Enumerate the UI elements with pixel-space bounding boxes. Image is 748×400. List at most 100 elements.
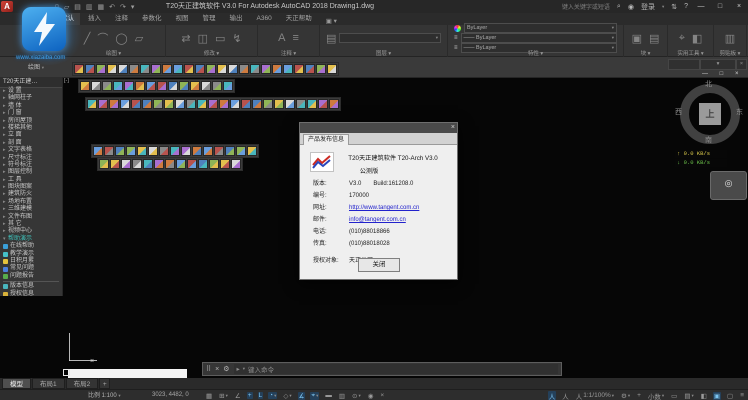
tool-icon-绘图[interactable]: ▱ [135, 32, 143, 45]
tz-tool-icon[interactable] [151, 64, 161, 74]
ribbon-tab-注释[interactable]: 注释 [109, 13, 134, 25]
scale-caret-icon[interactable]: ▾ [118, 393, 120, 398]
tz-tool-icon[interactable] [74, 64, 84, 74]
help-icon[interactable]: ? [684, 3, 688, 10]
tz-tool-icon[interactable] [263, 99, 273, 109]
tz-tool-icon[interactable] [209, 159, 219, 169]
dock-menu-label[interactable]: 绘图 ▾ [28, 62, 44, 71]
status-isodraft-icon[interactable]: ◇▾ [282, 392, 292, 400]
dialog-close-button[interactable]: 关闭 [358, 258, 400, 272]
layout-tab-模型[interactable]: 模型 [2, 378, 31, 389]
sidebar-item-常见问题[interactable]: 常见问题 [0, 265, 62, 272]
tool-icon-剪贴板[interactable]: ▥ [725, 32, 735, 45]
tool-icon-绘图[interactable]: ╱ [84, 32, 91, 45]
tz-tool-icon[interactable] [96, 64, 106, 74]
save-as-icon[interactable]: ▥ [86, 3, 93, 11]
close-button[interactable]: × [733, 3, 745, 10]
tz-tool-icon[interactable] [212, 81, 222, 91]
tz-tool-icon[interactable] [231, 159, 241, 169]
tz-tool-icon[interactable] [250, 64, 260, 74]
tz-tool-icon[interactable] [175, 99, 185, 109]
sidebar-item-建筑防火[interactable]: ▸建筑防火 [0, 191, 62, 198]
status-selection-cycling-icon[interactable]: ⊙▾ [351, 392, 362, 400]
status-lineweight-icon[interactable]: ▬ [324, 392, 333, 399]
ribbon-tab-管理[interactable]: 管理 [197, 13, 222, 25]
layout-tab-布局2[interactable]: 布局2 [66, 378, 99, 389]
minimize-button[interactable]: — [695, 3, 707, 10]
tool-icon-修改[interactable]: ↯ [232, 32, 241, 45]
layer-properties-icon[interactable]: ▤ [326, 32, 336, 45]
tz-tool-icon[interactable] [203, 146, 213, 156]
dialog-row-link[interactable]: http://www.tangent.com.cn [349, 202, 419, 214]
tz-tool-icon[interactable] [120, 99, 130, 109]
restore-button[interactable]: □ [714, 3, 726, 10]
tz-tool-icon[interactable] [102, 81, 112, 91]
tz-tool-icon[interactable] [121, 159, 131, 169]
tz-tool-icon[interactable] [140, 64, 150, 74]
tz-tool-icon[interactable] [165, 159, 175, 169]
sidebar-item-问题报告[interactable]: 问题报告 [0, 273, 62, 280]
tz-tool-icon[interactable] [168, 81, 178, 91]
tz-tool-icon[interactable] [99, 159, 109, 169]
tz-tool-icon[interactable] [220, 159, 230, 169]
ribbon-tab-A360[interactable]: A360 [251, 13, 278, 25]
tz-tool-icon[interactable] [159, 146, 169, 156]
status-polar-tracking-icon[interactable]: ◔▾ [268, 392, 277, 399]
status-dynamic-ucs-icon[interactable]: × [379, 392, 385, 399]
search-icon[interactable]: ⌕ [617, 3, 621, 11]
tool-icon-修改[interactable]: ▭ [215, 32, 225, 45]
open-folder-icon[interactable]: ▱ [64, 3, 69, 11]
sign-in-button[interactable]: 登录 [641, 2, 655, 12]
status-annotation-scale-icon[interactable]: 人1:1/100%▾ [575, 391, 615, 400]
tool-icon-实用工具[interactable]: ◧ [692, 32, 702, 45]
tool-icon-修改[interactable]: ⇄ [181, 32, 190, 45]
sidebar-item-三维建模[interactable]: ▸三维建模 [0, 206, 62, 213]
command-input[interactable]: ▸ ▾ 键入命令 [234, 364, 558, 374]
tz-scale-control[interactable]: 比例 1:100 ▾ [88, 390, 121, 400]
tz-tool-icon[interactable] [129, 64, 139, 74]
ribbon-tab-天正帮助[interactable]: 天正帮助 [280, 13, 318, 25]
command-history-caret-icon[interactable]: ▾ [243, 366, 245, 372]
status-units-icon[interactable]: 小数▾ [647, 391, 665, 400]
tool-icon-实用工具[interactable]: ⌖ [679, 32, 685, 45]
tz-tool-icon[interactable] [274, 99, 284, 109]
ribbon-tab-插入[interactable]: 插入 [82, 13, 107, 25]
tz-tool-icon[interactable] [131, 99, 141, 109]
sidebar-item-教学演示[interactable]: 教学演示 [0, 251, 62, 258]
status-snap-mode-icon[interactable]: ⊞▾ [218, 392, 229, 400]
sidebar-item-文件布图[interactable]: ▸文件布图 [0, 214, 62, 221]
tz-tool-icon[interactable] [135, 81, 145, 91]
status-quick-properties-icon[interactable]: ▭ [670, 392, 678, 400]
status-workspace-switching-icon[interactable]: ⚙▾ [620, 392, 631, 400]
status-clean-screen-icon[interactable]: ▢ [726, 392, 734, 400]
tz-tool-icon[interactable] [208, 99, 218, 109]
tz-tool-icon[interactable] [294, 64, 304, 74]
tz-tool-icon[interactable] [137, 146, 147, 156]
tool-icon-修改[interactable]: ◫ [198, 32, 208, 45]
status-transparency-icon[interactable]: ▥ [338, 392, 346, 400]
dialog-close-icon[interactable]: × [451, 124, 455, 132]
dock-tab[interactable] [668, 59, 700, 70]
sidebar-item-在线帮助[interactable]: 在线帮助 [0, 243, 62, 250]
status-customization-menu-icon[interactable]: ≡ [739, 392, 745, 399]
tz-tool-icon[interactable] [154, 159, 164, 169]
viewcube-east-label[interactable]: 东 [736, 107, 743, 117]
sidebar-item-尺寸标注[interactable]: ▸尺寸标注 [0, 155, 62, 162]
tool-icon-注释[interactable]: A [278, 32, 285, 44]
tz-tool-icon[interactable] [187, 159, 197, 169]
tz-tool-icon[interactable] [107, 64, 117, 74]
tz-tool-icon[interactable] [241, 99, 251, 109]
tz-tool-icon[interactable] [80, 81, 90, 91]
tz-tool-icon[interactable] [146, 81, 156, 91]
tz-tool-icon[interactable] [239, 64, 249, 74]
viewcube-north-label[interactable]: 北 [705, 79, 712, 89]
dock-close-icon[interactable]: × [736, 59, 747, 70]
dock-caret-icon[interactable]: ▾ [42, 65, 44, 70]
tz-tool-icon[interactable] [197, 99, 207, 109]
layout-tab-布局1[interactable]: 布局1 [32, 378, 65, 389]
tz-tool-icon[interactable] [305, 64, 315, 74]
viewcube-top-face[interactable]: 上 [699, 103, 721, 125]
status-infer-constraints-icon[interactable]: ∠ [234, 392, 242, 400]
infocenter-search-input[interactable]: 键入关键字或短语 [562, 2, 610, 11]
viewcube-west-label[interactable]: 西 [675, 107, 682, 117]
